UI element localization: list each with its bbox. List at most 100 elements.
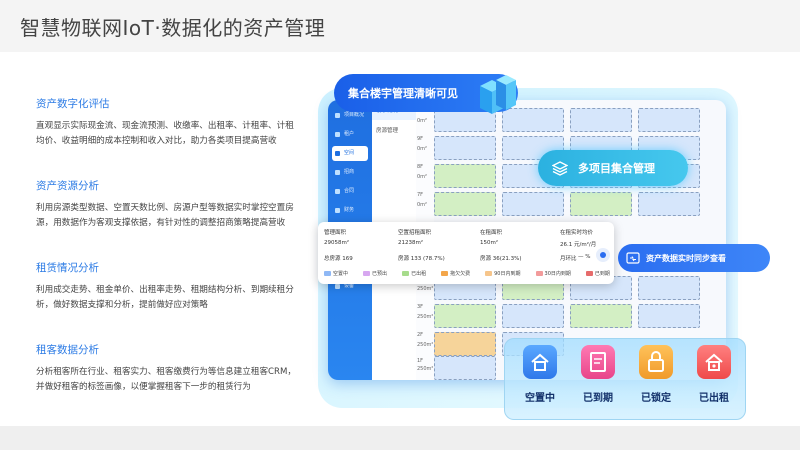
legend-item: 已预出 [363,270,387,277]
status-label: 已到期 [583,393,613,404]
sidebar-item[interactable]: 合同 [332,184,368,199]
room-cell[interactable] [434,192,496,216]
floor-label: 2F [417,332,424,338]
legend-label: 已出租 [411,271,427,277]
lock-icon [639,345,673,379]
legend-item: 已出租 [402,270,426,277]
document-icon [581,345,615,379]
sidebar-item[interactable]: 招商 [332,165,368,180]
feature-desc: 分析租客所在行业、租客实力、租客缴费行为等信息建立租客CRM，并做好租客的标签画… [36,367,297,392]
floor-area: 250m² [417,314,434,320]
legend-swatch [485,271,493,276]
legend-label: 空置中 [333,271,349,277]
room-cell[interactable] [434,304,496,328]
stat-rooms: 房源 133 (78.7%) [398,256,445,262]
status-vacant: 空置中 [513,345,567,404]
feature-title: 租客数据分析 [36,344,99,356]
sync-icon [626,252,640,264]
room-cell[interactable] [570,192,632,216]
legend-item: 拖欠欠费 [441,270,470,277]
floor-label: 1F [417,358,424,364]
badge-realtime-sync: 资产数据实时同步查看 [618,244,770,272]
stat-value: 150m² [480,240,499,246]
legend-item: 已到期 [585,270,610,277]
status-label: 已锁定 [641,393,671,404]
stat-label: 在租面积 [480,230,503,236]
sidebar-item[interactable]: 空间 [332,146,368,161]
feature-asset-valuation: 资产数字化评估 直观显示实际现金流、现金流预测、收缴率、出租率、计租率、计租均价… [36,96,296,149]
legend-swatch [402,271,410,276]
stat-toggle[interactable] [596,248,610,262]
feature-desc: 利用房源类型数据、空置天数比例、房源户型等数据实时掌控空置房源，用数据作为客观支… [36,203,294,228]
floor-area: 0m² [417,146,428,152]
legend-label: 已到期 [594,271,610,277]
feature-desc: 利用成交走势、租金单价、出租率走势、租期结构分析、到期续租分析，做好数据支撑和分… [36,285,294,310]
room-cell[interactable] [638,276,700,300]
room-cell[interactable] [638,108,700,132]
status-expired: 已到期 [571,345,625,404]
legend-swatch [324,271,331,276]
legend-label: 拖欠欠费 [450,271,471,277]
legend-item: 30日内到期 [535,270,571,277]
header-bar: 智慧物联网IoT·数据化的资产管理 [0,0,800,52]
legend-label: 已预出 [372,271,388,277]
page-title: 智慧物联网IoT·数据化的资产管理 [20,16,326,40]
sidebar-item[interactable]: 财务 [332,203,368,218]
status-locked: 已锁定 [629,345,683,404]
room-cell[interactable] [570,108,632,132]
badge-label: 资产数据实时同步查看 [646,253,726,263]
stat-value: 26.1 元/m²/月 [560,242,597,248]
status-legend: 空置中 已预出 已出租 拖欠欠费 90日内到期 30日内到期 已到期 [324,270,610,277]
floor-label: 7F [417,192,424,198]
legend-swatch [535,271,543,276]
stat-label: 空置招租面积 [398,230,432,236]
room-cell[interactable] [638,304,700,328]
feature-tenant-analysis: 租客数据分析 分析租客所在行业、租客实力、租客缴费行为等信息建立租客CRM，并做… [36,342,296,395]
room-cell[interactable] [434,164,496,188]
floor-area: 250m² [417,286,434,292]
stat-label: 管理面积 [324,230,347,236]
legend-swatch [363,271,371,276]
feature-resource-analysis: 资产资源分析 利用房源类型数据、空置天数比例、房源户型等数据实时掌控空置房源，用… [36,178,296,231]
layers-icon [552,161,568,176]
room-cell[interactable] [434,332,496,356]
stat-label: 在租实时均价 [560,230,594,236]
room-cell[interactable] [434,136,496,160]
house-heart-icon [697,345,731,379]
stat-value: 29058m² [324,240,350,246]
status-panel: 空置中 已到期 已锁定 已出租 [504,338,746,420]
badge-label: 集合楼宇管理清晰可见 [348,87,458,100]
stat-rooms: 房源 36(21.3%) [480,256,522,262]
stat-rooms: 总房源 169 [324,256,353,262]
room-cell[interactable] [502,192,564,216]
status-leased: 已出租 [687,345,741,404]
legend-label: 30日内到期 [544,271,571,277]
room-cell[interactable] [434,356,496,380]
room-cell[interactable] [570,304,632,328]
house-icon [523,345,557,379]
legend-swatch [441,271,449,276]
feature-title: 租赁情况分析 [36,262,99,274]
stat-value: 21238m² [398,240,424,246]
legend-label: 90日内到期 [494,271,521,277]
legend-item: 90日内到期 [485,270,521,277]
legend-swatch [585,271,593,276]
badge-multi-project: 多项目集合管理 [538,150,688,186]
submenu-item[interactable]: 房源管理 [372,120,416,140]
feature-desc: 直观显示实际现金流、现金流预测、收缴率、出租率、计租率、计租均价、收益明细的成本… [36,121,294,146]
floor-area: 250m² [417,342,434,348]
feature-title: 资产数字化评估 [36,98,110,110]
legend-item: 空置中 [324,270,348,277]
feature-title: 资产资源分析 [36,180,99,192]
floor-area: 250m² [417,366,434,372]
room-cell[interactable] [638,192,700,216]
stat-mom-value: — % [578,254,591,260]
floor-label: 3F [417,304,424,310]
sidebar-item[interactable]: 租户 [332,127,368,142]
building-icon [480,75,516,114]
room-cell[interactable] [502,304,564,328]
floor-label: 8F [417,164,424,170]
badge-label: 多项目集合管理 [578,162,655,175]
floor-area: 0m² [417,174,428,180]
stat-mom-label: 月环比 [560,256,577,262]
